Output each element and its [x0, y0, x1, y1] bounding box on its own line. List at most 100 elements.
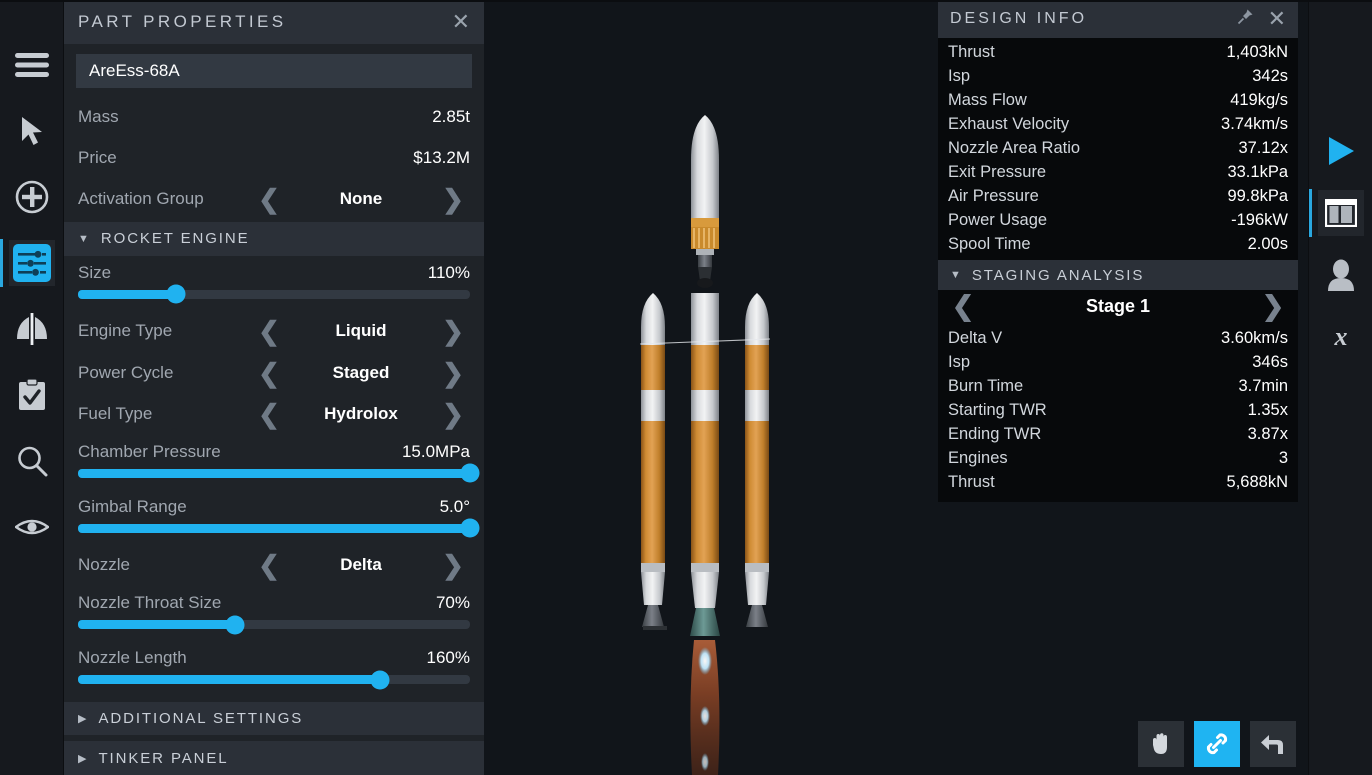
nozzle-throat-size-slider-thumb[interactable] — [225, 615, 245, 634]
nozzle-length-label: Nozzle Length — [78, 648, 187, 667]
power-cycle-value: Staged — [332, 362, 390, 382]
chamber-pressure-slider[interactable] — [78, 463, 480, 483]
additional-settings-section-header[interactable]: ▶ ADDITIONAL SETTINGS — [64, 702, 484, 736]
gimbal-range-slider[interactable] — [78, 518, 480, 538]
info-value: 99.8kPa — [1227, 186, 1288, 205]
nozzle-throat-size-slider[interactable] — [78, 615, 470, 634]
cursor-icon[interactable] — [9, 108, 55, 154]
close-icon[interactable]: ✕ — [1268, 8, 1286, 30]
add-part-icon[interactable] — [9, 174, 55, 220]
part-name-input[interactable] — [76, 54, 472, 88]
launch-play-icon[interactable] — [1318, 128, 1364, 174]
info-row: Isp 342s — [948, 64, 1288, 88]
info-label: Spool Time — [948, 234, 1031, 253]
stage-label-cell: Delta V — [948, 328, 1003, 347]
mass-label: Mass — [78, 106, 119, 126]
chevron-right-icon[interactable]: ❯ — [1256, 293, 1290, 320]
chamber-pressure-slider-thumb[interactable] — [460, 463, 480, 483]
rocket-designer-app: x PART PROPERTIES ✕ Mass 2.85t Price $13… — [0, 0, 1372, 775]
gimbal-range-slider-thumb[interactable] — [460, 518, 480, 538]
stage-label: Stage 1 — [1085, 296, 1151, 316]
undo-icon[interactable] — [1250, 721, 1296, 767]
info-row: Air Pressure 99.8kPa — [948, 184, 1288, 208]
close-icon[interactable]: ✕ — [452, 11, 470, 33]
info-value: 33.1kPa — [1227, 162, 1288, 181]
power-cycle-row: Power Cycle ❮ Staged ❯ — [64, 352, 484, 393]
info-row: Exit Pressure 33.1kPa — [948, 160, 1288, 184]
nozzle-length-slider[interactable] — [78, 670, 470, 689]
info-value: 3.74km/s — [1221, 114, 1288, 133]
chevron-left-icon[interactable]: ❮ — [252, 552, 286, 578]
info-row: Thrust 1,403kN — [948, 40, 1288, 64]
design-info-title: DESIGN INFO — [950, 10, 1088, 27]
info-row: Mass Flow 419kg/s — [948, 88, 1288, 112]
info-value: 2.00s — [1247, 234, 1288, 253]
checklist-icon[interactable] — [9, 372, 55, 418]
info-label: Nozzle Area Ratio — [948, 138, 1081, 157]
stage-label-cell: Isp — [948, 352, 971, 371]
pan-hand-icon[interactable] — [1138, 721, 1184, 767]
link-icon[interactable] — [1194, 721, 1240, 767]
rocket-engine-section-header[interactable]: ▼ ROCKET ENGINE — [64, 222, 484, 256]
stage-value-cell: 3.87x — [1247, 424, 1288, 443]
nozzle-length-slider-thumb[interactable] — [370, 670, 390, 689]
activation-group-label: Activation Group — [78, 189, 204, 209]
chevron-right-icon[interactable]: ❯ — [436, 318, 470, 344]
upper-stage — [691, 115, 719, 288]
stage-label-cell: Thrust — [948, 472, 995, 491]
chamber-pressure-label: Chamber Pressure — [78, 441, 221, 461]
panel-layout-icon[interactable] — [1308, 189, 1364, 237]
nozzle-throat-size-value: 70% — [435, 593, 470, 612]
activation-group-value: None — [339, 189, 383, 209]
chevron-left-icon[interactable]: ❮ — [252, 318, 286, 344]
triangle-right-icon: ▶ — [78, 713, 87, 726]
price-label: Price — [78, 148, 117, 168]
symmetry-icon[interactable] — [9, 306, 55, 352]
part-properties-icon[interactable] — [0, 239, 55, 287]
search-icon[interactable] — [9, 438, 55, 484]
stage-row: Engines 3 — [948, 446, 1288, 470]
crew-icon[interactable] — [1318, 252, 1364, 298]
engine-type-label: Engine Type — [78, 321, 173, 341]
chevron-right-icon[interactable]: ❯ — [436, 401, 470, 427]
gimbal-range-value: 5.0° — [439, 496, 470, 516]
staging-analysis-section-header[interactable]: ▼ STAGING ANALYSIS — [938, 260, 1298, 290]
stage-label-cell: Burn Time — [948, 376, 1024, 395]
gimbal-range-slider-block: Gimbal Range 5.0° — [64, 490, 484, 545]
staging-analysis-title: STAGING ANALYSIS — [971, 266, 1145, 284]
engine-type-value: Liquid — [335, 321, 387, 341]
nozzle-throat-size-label: Nozzle Throat Size — [78, 593, 222, 612]
size-slider-thumb[interactable] — [166, 284, 186, 304]
tinker-panel-section-header[interactable]: ▶ TINKER PANEL — [64, 741, 484, 775]
triangle-right-icon: ▶ — [78, 752, 87, 765]
stage-row: Burn Time 3.7min — [948, 374, 1288, 398]
chevron-right-icon[interactable]: ❯ — [436, 186, 470, 212]
size-value: 110% — [427, 262, 470, 282]
chamber-pressure-value: 15.0MPa — [401, 441, 470, 461]
randomize-icon[interactable]: x — [1318, 314, 1364, 360]
mass-row: Mass 2.85t — [64, 96, 484, 137]
chevron-right-icon[interactable]: ❯ — [436, 360, 470, 386]
chevron-left-icon[interactable]: ❮ — [946, 293, 980, 320]
menu-icon[interactable] — [9, 42, 55, 88]
stage-value-cell: 1.35x — [1247, 400, 1288, 419]
pin-icon[interactable] — [1237, 8, 1254, 30]
power-cycle-label: Power Cycle — [78, 362, 174, 382]
size-slider[interactable] — [78, 284, 470, 304]
triangle-down-icon: ▼ — [950, 269, 961, 281]
chevron-left-icon[interactable]: ❮ — [252, 360, 286, 386]
nozzle-value: Delta — [340, 555, 382, 575]
chevron-right-icon[interactable]: ❯ — [436, 552, 470, 578]
info-label: Thrust — [948, 42, 995, 61]
stage-value-cell: 3.60km/s — [1221, 328, 1288, 347]
chevron-left-icon[interactable]: ❮ — [252, 186, 286, 212]
visibility-icon[interactable] — [9, 504, 55, 550]
chevron-left-icon[interactable]: ❮ — [252, 401, 286, 427]
info-value: 1,403kN — [1226, 42, 1288, 61]
activation-group-row: Activation Group ❮ None ❯ — [64, 179, 484, 220]
fuel-type-value: Hydrolox — [324, 403, 398, 423]
stage-label-cell: Starting TWR — [948, 400, 1047, 419]
nozzle-length-slider-block: Nozzle Length 160% — [64, 641, 484, 696]
stage-label-cell: Ending TWR — [948, 424, 1042, 443]
info-value: 37.12x — [1238, 138, 1288, 157]
